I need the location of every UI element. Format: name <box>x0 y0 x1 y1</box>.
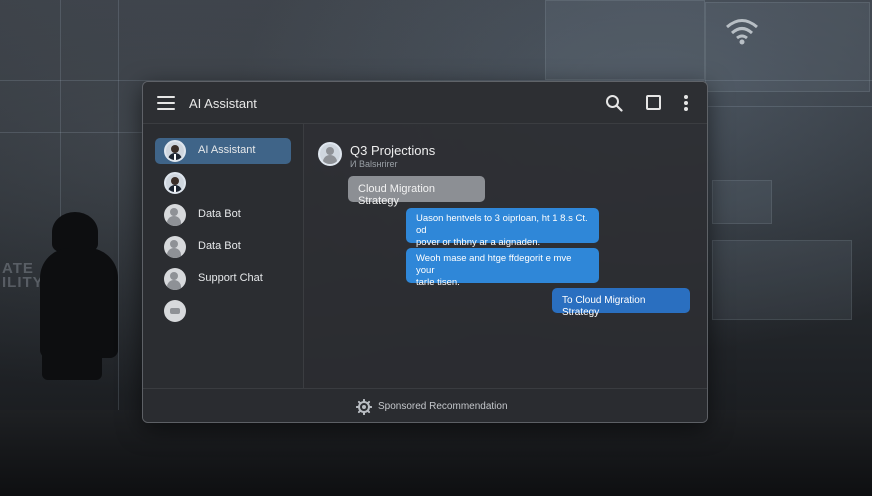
user-avatar-icon <box>164 268 186 290</box>
message-text: Weoh mase and htge ffdegorit e mve your <box>416 253 572 276</box>
window-frame-line <box>0 132 142 133</box>
sidebar-item-label: AI Assistant <box>198 144 256 156</box>
message-bubble[interactable]: To Cloud Migration Strategy <box>552 288 690 318</box>
silhouette-chair <box>42 350 102 380</box>
sidebar-item-label: Support Chat <box>198 272 263 284</box>
avatar <box>318 142 342 166</box>
sidebar-item-ai-assistant[interactable]: AI Assistant <box>155 138 291 164</box>
wall-display-panel <box>712 180 772 224</box>
square-window-icon[interactable] <box>646 95 661 110</box>
sidebar-item-label: Data Bot <box>198 240 241 252</box>
search-icon[interactable] <box>605 94 623 112</box>
chat-title: Q3 Projections <box>350 143 436 158</box>
sponsored-recommendation-label: Sponsored Recommendation <box>378 401 508 412</box>
message-text: Cloud Migration Strategy <box>358 183 436 207</box>
sidebar-item-data-bot[interactable]: Data Bot <box>155 202 291 228</box>
sponsored-footer[interactable]: Sponsored Recommendation <box>143 388 707 422</box>
window-frame-line <box>708 106 872 107</box>
chat-panel: Q3 Projections И Balsнrirer Cloud Migrat… <box>304 124 707 388</box>
message-text: To Cloud Migration Strategy <box>562 295 646 318</box>
wall-display-panel <box>545 0 705 80</box>
avatar <box>164 172 186 194</box>
sidebar-item-contact[interactable] <box>155 170 291 196</box>
vertical-dots-icon[interactable] <box>683 95 689 111</box>
wall-display-panel <box>712 240 852 320</box>
silhouette-person <box>52 212 98 252</box>
chat-bubble-icon <box>164 300 186 322</box>
message-bubble[interactable]: Uason hentvels to 3 oiprloan, ht 1 8.s C… <box>406 208 599 248</box>
ai-assistant-window: AI Assistant AI Assistant Data Bot Data … <box>142 81 708 423</box>
sidebar-item-support-chat[interactable]: Support Chat <box>155 266 291 292</box>
hamburger-menu-icon[interactable] <box>157 96 175 110</box>
conversation-sidebar: AI Assistant Data Bot Data Bot Support C… <box>143 124 304 388</box>
user-avatar-icon <box>164 236 186 258</box>
sidebar-item-extra[interactable] <box>155 298 291 324</box>
message-text: Uason hentvels to 3 oiprloan, ht 1 8.s C… <box>416 213 588 236</box>
sidebar-item-data-bot-2[interactable]: Data Bot <box>155 234 291 260</box>
avatar <box>164 140 186 162</box>
silhouette-person <box>40 248 118 358</box>
user-avatar-icon <box>164 204 186 226</box>
app-title: AI Assistant <box>189 96 257 111</box>
gear-icon <box>356 399 372 415</box>
background-wall-text: ATE ILITY <box>2 260 44 291</box>
sidebar-item-label: Data Bot <box>198 208 241 220</box>
message-bubble[interactable]: Weoh mase and htge ffdegorit e mve your … <box>406 248 599 288</box>
top-app-bar: AI Assistant <box>143 82 707 124</box>
wifi-icon <box>726 19 758 45</box>
chat-subtitle: И Balsнrirer <box>350 159 398 169</box>
message-bubble[interactable]: Cloud Migration Strategy <box>348 176 485 207</box>
